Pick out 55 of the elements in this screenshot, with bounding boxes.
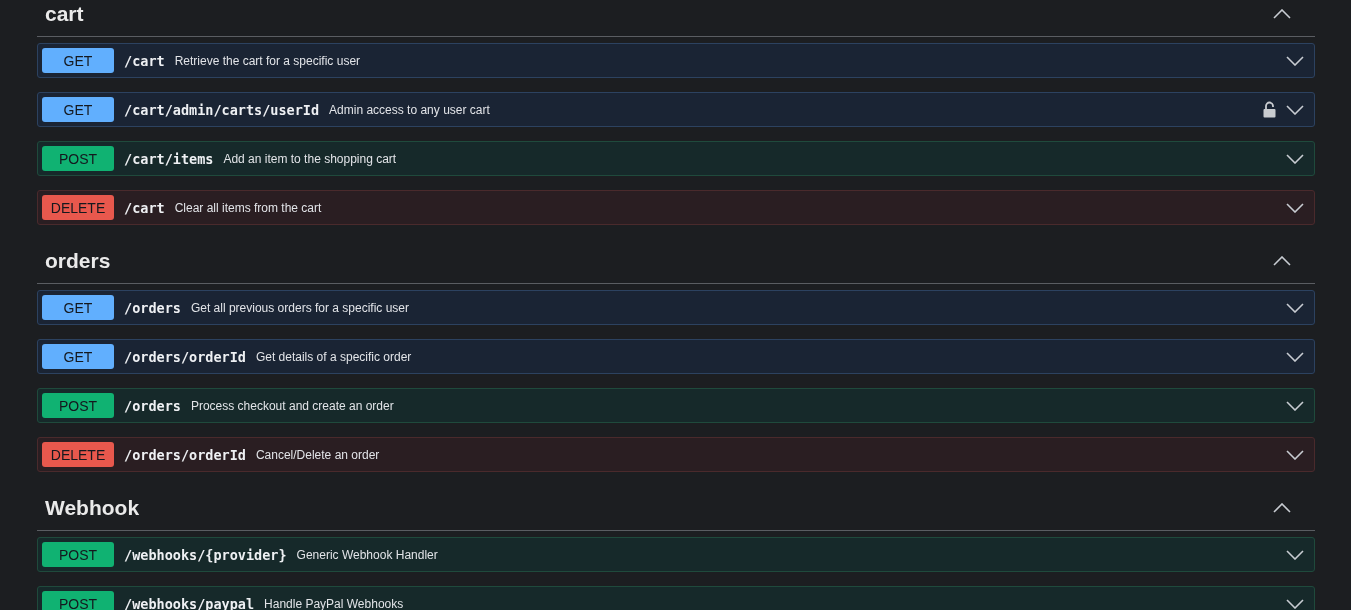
method-badge: POST (42, 542, 114, 567)
method-badge: GET (42, 97, 114, 122)
method-badge: GET (42, 344, 114, 369)
method-badge: GET (42, 48, 114, 73)
endpoint-summary: Admin access to any user cart (329, 102, 491, 117)
operation-row[interactable]: DELETE /cart Clear all items from the cart (37, 190, 1315, 225)
method-badge: POST (42, 591, 114, 610)
endpoint-summary: Add an item to the shopping cart (223, 151, 398, 166)
operation-row[interactable]: GET /cart/admin/carts/userId Admin access to any user cart (37, 92, 1315, 127)
endpoint-path: /orders (124, 397, 181, 414)
expand-caret-icon[interactable] (1286, 449, 1304, 460)
expand-caret-icon[interactable] (1286, 400, 1304, 411)
expand-caret-icon[interactable] (1286, 202, 1304, 213)
lock-icon[interactable] (1263, 101, 1276, 118)
endpoint-summary: Handle PayPal Webhooks (264, 596, 405, 610)
collapse-caret-icon[interactable] (1273, 256, 1291, 266)
endpoint-path: /cart/items (124, 150, 214, 167)
expand-caret-icon[interactable] (1286, 153, 1304, 164)
endpoint-path: /orders (124, 299, 181, 316)
endpoint-path: /cart/admin/carts/userId (124, 101, 320, 118)
expand-caret-icon[interactable] (1286, 598, 1304, 609)
endpoint-summary: Get details of a specific order (255, 349, 413, 364)
operation-row[interactable]: POST /webhooks/{provider} Generic Webhook Handler (37, 537, 1315, 572)
collapse-caret-icon[interactable] (1273, 9, 1291, 19)
operation-row[interactable]: GET /cart Retrieve the cart for a specific user (37, 43, 1315, 78)
expand-caret-icon[interactable] (1286, 104, 1304, 115)
method-badge: DELETE (42, 195, 114, 220)
endpoint-summary: Generic Webhook Handler (296, 547, 439, 562)
method-badge: POST (42, 146, 114, 171)
section-title[interactable]: orders (45, 247, 111, 283)
endpoint-summary: Get all previous orders for a specific user (190, 300, 410, 315)
operation-row[interactable]: GET /orders/orderId Get details of a specific order (37, 339, 1315, 374)
endpoint-path: /cart (124, 199, 165, 216)
endpoint-summary: Cancel/Delete an order (255, 447, 381, 462)
section-title[interactable]: Webhook (45, 494, 140, 530)
endpoint-path: /webhooks/{provider} (124, 546, 287, 563)
endpoint-path: /cart (124, 52, 165, 69)
endpoint-path: /orders/orderId (124, 446, 246, 463)
endpoint-summary: Process checkout and create an order (190, 398, 395, 413)
endpoint-path: /orders/orderId (124, 348, 246, 365)
endpoint-summary: Retrieve the cart for a specific user (174, 53, 362, 68)
endpoint-summary: Clear all items from the cart (174, 200, 323, 215)
expand-caret-icon[interactable] (1286, 549, 1304, 560)
section-title[interactable]: cart (45, 0, 84, 36)
collapse-caret-icon[interactable] (1273, 503, 1291, 513)
operation-row[interactable]: GET /orders Get all previous orders for a specific user (37, 290, 1315, 325)
method-badge: DELETE (42, 442, 114, 467)
expand-caret-icon[interactable] (1286, 302, 1304, 313)
operation-row[interactable]: POST /cart/items Add an item to the shopping cart (37, 141, 1315, 176)
operation-row[interactable]: DELETE /orders/orderId Cancel/Delete an order (37, 437, 1315, 472)
expand-caret-icon[interactable] (1286, 55, 1304, 66)
expand-caret-icon[interactable] (1286, 351, 1304, 362)
method-badge: GET (42, 295, 114, 320)
operation-row[interactable]: POST /orders Process checkout and create an order (37, 388, 1315, 423)
method-badge: POST (42, 393, 114, 418)
